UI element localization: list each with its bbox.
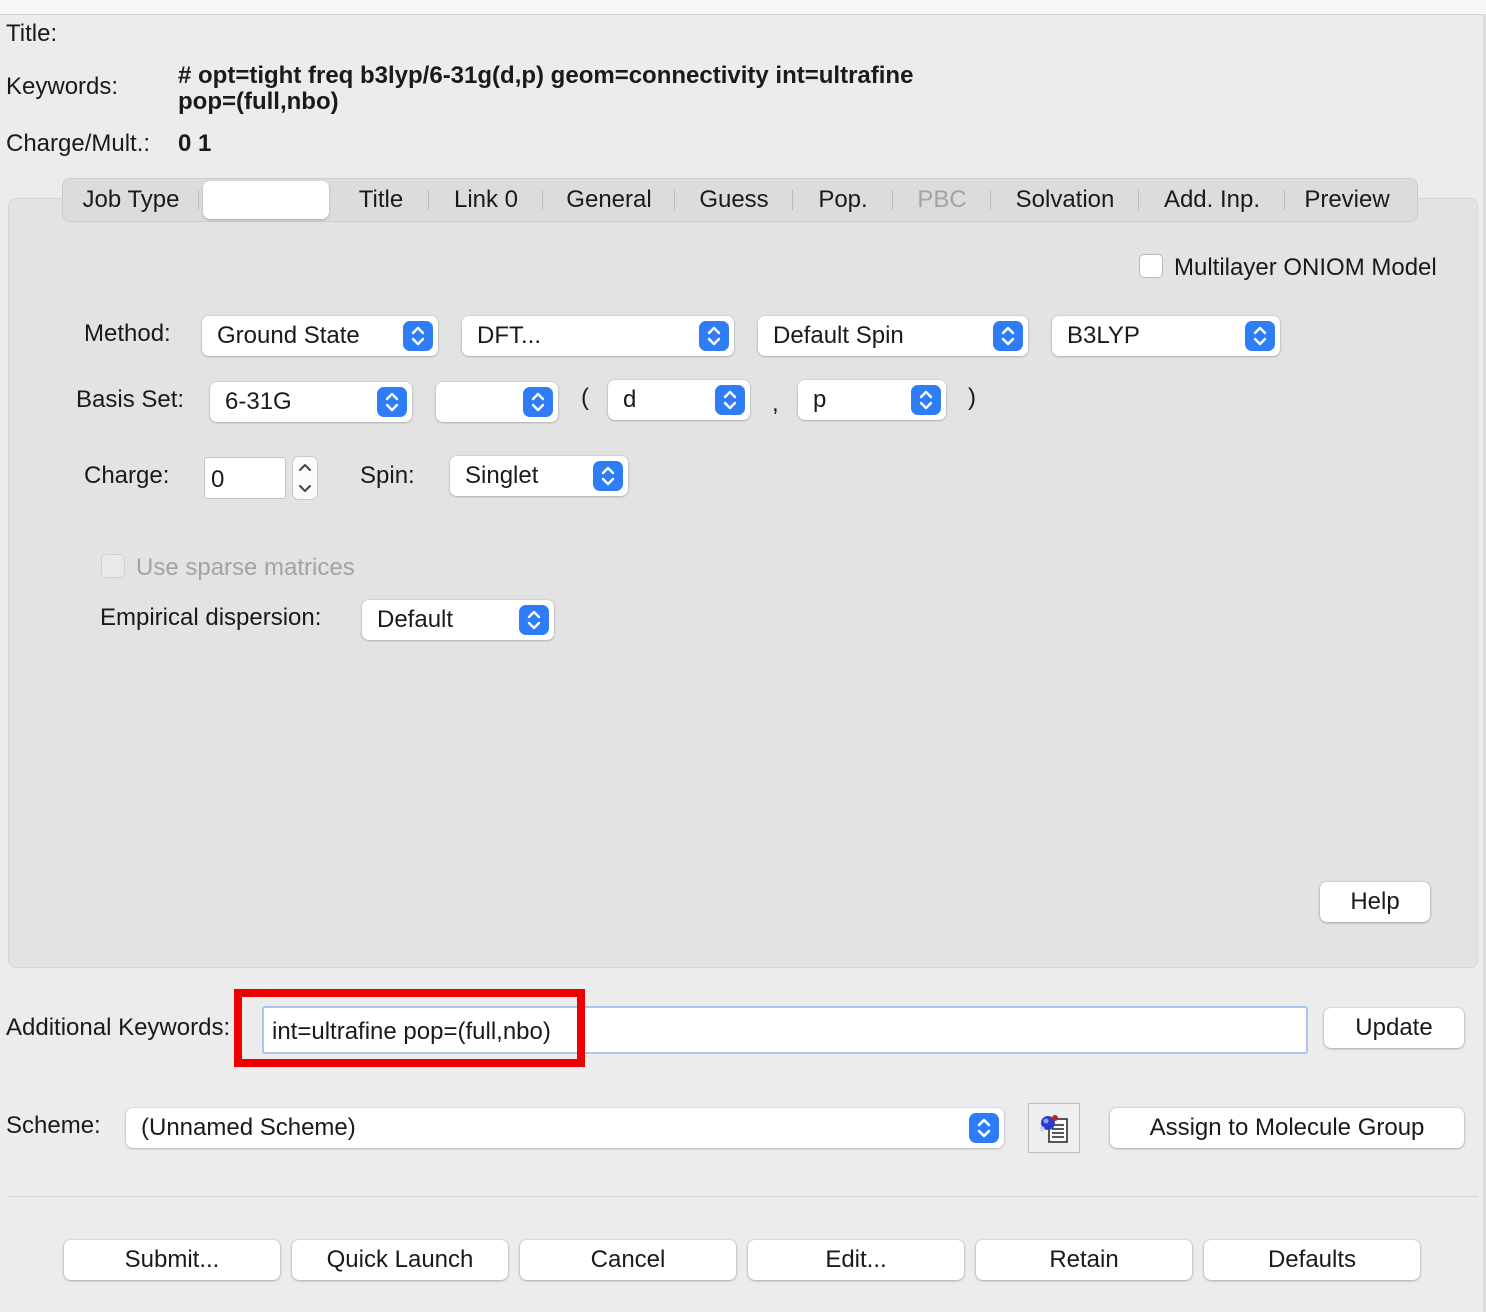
keywords-line-1: # opt=tight freq b3lyp/6-31g(d,p) geom=c… (178, 62, 914, 89)
basis-set-label: Basis Set: (76, 386, 185, 413)
retain-button[interactable]: Retain (976, 1240, 1192, 1280)
method-state-value: Ground State (217, 322, 360, 349)
oniom-label: Multilayer ONIOM Model (1174, 254, 1437, 281)
chevron-up-down-icon (519, 605, 549, 635)
polarization-1-value: d (623, 386, 637, 413)
molecule-document-icon (1039, 1115, 1068, 1143)
charge-label: Charge: (84, 462, 170, 489)
basis-set-value: 6-31G (225, 388, 292, 415)
sparse-matrices-checkbox (101, 554, 125, 578)
edit-button[interactable]: Edit... (748, 1240, 964, 1280)
keywords-label: Keywords: (6, 73, 119, 100)
chevron-up-down-icon (403, 321, 433, 351)
tab-pbc: PBC (893, 179, 991, 221)
polarization-2-select[interactable]: p (798, 380, 946, 420)
tab-pop[interactable]: Pop. (793, 179, 893, 221)
defaults-button[interactable]: Defaults (1204, 1240, 1420, 1280)
diffuse-functions-select[interactable] (436, 382, 558, 422)
sparse-matrices-label: Use sparse matrices (136, 554, 355, 581)
charge-stepper[interactable] (292, 456, 318, 500)
help-button[interactable]: Help (1320, 882, 1430, 922)
chevron-up-down-icon (523, 387, 553, 417)
open-paren: ( (581, 384, 589, 411)
footer-divider (8, 1196, 1478, 1197)
cancel-button[interactable]: Cancel (520, 1240, 736, 1280)
chevron-up-down-icon (993, 321, 1023, 351)
method-spin-value: Default Spin (773, 322, 904, 349)
stepper-arrows-icon (299, 464, 311, 492)
tab-general[interactable]: General (543, 179, 675, 221)
functional-value: B3LYP (1067, 322, 1140, 349)
submit-button[interactable]: Submit... (64, 1240, 280, 1280)
chevron-up-down-icon (377, 387, 407, 417)
functional-select[interactable]: B3LYP (1052, 316, 1280, 356)
update-button[interactable]: Update (1324, 1008, 1464, 1048)
assign-molecule-group-button[interactable]: Assign to Molecule Group (1110, 1108, 1464, 1148)
comma-separator: , (772, 390, 779, 417)
dispersion-select[interactable]: Default (362, 600, 554, 640)
chevron-up-down-icon (593, 461, 623, 491)
chevron-up-down-icon (969, 1113, 999, 1143)
tab-preview[interactable]: Preview (1285, 179, 1409, 221)
tab-add-inp[interactable]: Add. Inp. (1139, 179, 1285, 221)
spin-label: Spin: (360, 462, 415, 489)
dispersion-label: Empirical dispersion: (100, 604, 322, 631)
tab-guess[interactable]: Guess (675, 179, 793, 221)
tab-job-type[interactable]: Job Type (63, 179, 199, 221)
basis-set-select[interactable]: 6-31G (210, 382, 412, 422)
keywords-line-2: pop=(full,nbo) (178, 88, 339, 115)
additional-keywords-label: Additional Keywords: (6, 1014, 231, 1041)
quick-launch-button[interactable]: Quick Launch (292, 1240, 508, 1280)
spin-select[interactable]: Singlet (450, 456, 628, 496)
dispersion-value: Default (377, 606, 454, 633)
tab-method[interactable] (203, 181, 329, 219)
charge-mult-label: Charge/Mult.: (6, 130, 151, 157)
window-top-strip (0, 0, 1486, 15)
tab-title[interactable]: Title (333, 179, 429, 221)
method-panel (8, 198, 1478, 968)
tab-bar: Job Type Title Link 0 General Guess Pop.… (62, 178, 1418, 222)
spin-value: Singlet (465, 462, 539, 489)
method-type-select[interactable]: DFT... (462, 316, 734, 356)
highlight-box (234, 989, 585, 1067)
close-paren: ) (968, 384, 976, 411)
scheme-icon-button[interactable] (1028, 1103, 1080, 1153)
polarization-1-select[interactable]: d (608, 380, 750, 420)
method-label: Method: (84, 320, 171, 347)
chevron-up-down-icon (715, 385, 745, 415)
chevron-up-down-icon (1245, 321, 1275, 351)
charge-mult-value: 0 1 (178, 130, 212, 157)
tab-link0[interactable]: Link 0 (429, 179, 543, 221)
chevron-up-down-icon (699, 321, 729, 351)
polarization-2-value: p (813, 386, 827, 413)
method-type-value: DFT... (477, 322, 541, 349)
oniom-checkbox[interactable] (1139, 254, 1163, 278)
charge-input[interactable]: 0 (204, 457, 286, 499)
method-spin-select[interactable]: Default Spin (758, 316, 1028, 356)
chevron-up-down-icon (911, 385, 941, 415)
title-label: Title: (6, 20, 58, 47)
method-state-select[interactable]: Ground State (202, 316, 438, 356)
scheme-select[interactable]: (Unnamed Scheme) (126, 1108, 1004, 1148)
scheme-value: (Unnamed Scheme) (141, 1114, 356, 1141)
tab-solvation[interactable]: Solvation (991, 179, 1139, 221)
scheme-label: Scheme: (6, 1112, 101, 1139)
